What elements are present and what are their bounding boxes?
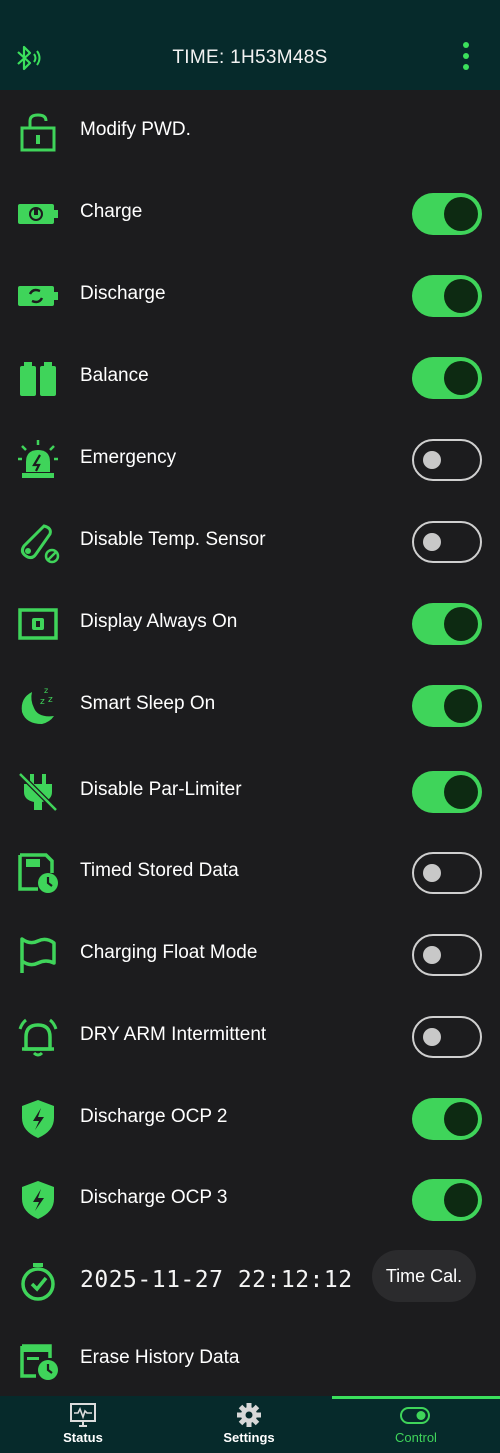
battery-charge-icon: [18, 204, 58, 224]
shield-bolt-icon: [22, 1181, 54, 1219]
balance-row: Balance: [0, 336, 500, 416]
charging-float-mode-toggle[interactable]: [412, 934, 482, 976]
active-tab-indicator: [332, 1396, 500, 1399]
dry-arm-intermittent-row: DRY ARM Intermittent: [0, 995, 500, 1075]
emergency-toggle[interactable]: [412, 439, 482, 481]
top-app-bar: TIME: 1H53M48S: [0, 0, 500, 90]
device-time-row: 2025-11-27 22:12:12 Time Cal.: [0, 1240, 500, 1320]
calendar-clock-icon: [20, 1344, 58, 1380]
balance-label: Balance: [80, 365, 149, 386]
dry-arm-intermittent-toggle[interactable]: [412, 1016, 482, 1058]
timed-stored-data-label: Timed Stored Data: [80, 860, 239, 881]
erase-history-row[interactable]: Erase History Data: [0, 1318, 500, 1398]
disable-par-limiter-row: Disable Par-Limiter: [0, 750, 500, 830]
disable-temp-sensor-toggle[interactable]: [412, 521, 482, 563]
battery-cycle-icon: [18, 286, 58, 306]
device-datetime: 2025-11-27 22:12:12: [80, 1267, 353, 1293]
bottom-navigation: Status Settings Control: [0, 1396, 500, 1453]
modify-password-label: Modify PWD.: [80, 119, 191, 140]
siren-icon: [18, 440, 58, 478]
discharge-label: Discharge: [80, 283, 166, 304]
bell-icon: [18, 1018, 58, 1057]
tab-settings-label: Settings: [223, 1430, 275, 1445]
discharge-ocp2-row: Discharge OCP 2: [0, 1077, 500, 1157]
discharge-ocp3-label: Discharge OCP 3: [80, 1187, 228, 1208]
discharge-ocp3-toggle[interactable]: [412, 1179, 482, 1221]
toggle-icon: [400, 1407, 430, 1424]
gear-icon: [237, 1403, 261, 1427]
plug-off-icon: [18, 772, 58, 812]
disable-par-limiter-label: Disable Par-Limiter: [80, 779, 242, 800]
tab-control[interactable]: Control: [332, 1396, 500, 1453]
lock-icon: [20, 113, 56, 152]
more-vert-icon[interactable]: [456, 42, 476, 78]
smart-sleep-toggle[interactable]: [412, 685, 482, 727]
svg-text:z: z: [40, 697, 45, 707]
display-always-on-label: Display Always On: [80, 611, 238, 632]
discharge-ocp2-toggle[interactable]: [412, 1098, 482, 1140]
discharge-toggle[interactable]: [412, 275, 482, 317]
display-icon: [18, 608, 58, 640]
timed-stored-data-toggle[interactable]: [412, 852, 482, 894]
dry-arm-intermittent-label: DRY ARM Intermittent: [80, 1024, 267, 1045]
timer-icon: [21, 1263, 55, 1301]
svg-text:z: z: [44, 686, 48, 695]
flag-icon: [20, 937, 56, 973]
charging-float-mode-row: Charging Float Mode: [0, 913, 500, 993]
svg-text:z: z: [48, 695, 53, 705]
shield-bolt-icon: [22, 1100, 54, 1138]
battery-balance-icon: [20, 362, 56, 396]
timed-stored-data-row: Timed Stored Data: [0, 831, 500, 911]
disable-temp-sensor-row: Disable Temp. Sensor: [0, 500, 500, 580]
emergency-label: Emergency: [80, 447, 177, 468]
modify-password-row[interactable]: Modify PWD.: [0, 90, 500, 170]
balance-toggle[interactable]: [412, 357, 482, 399]
connection-time-title: TIME: 1H53M48S: [172, 47, 328, 68]
smart-sleep-row: z z z Smart Sleep On: [0, 664, 500, 744]
monitor-icon: [70, 1403, 96, 1427]
display-always-on-toggle[interactable]: [412, 603, 482, 645]
emergency-row: Emergency: [0, 418, 500, 498]
charge-toggle[interactable]: [412, 193, 482, 235]
discharge-ocp3-row: Discharge OCP 3: [0, 1158, 500, 1238]
tab-settings[interactable]: Settings: [166, 1396, 332, 1453]
tab-control-label: Control: [395, 1430, 437, 1445]
disable-temp-sensor-label: Disable Temp. Sensor: [80, 529, 266, 550]
charge-label: Charge: [80, 201, 143, 222]
charging-float-mode-label: Charging Float Mode: [80, 942, 258, 963]
tab-status[interactable]: Status: [0, 1396, 166, 1453]
smart-sleep-label: Smart Sleep On: [80, 693, 216, 714]
discharge-row: Discharge: [0, 254, 500, 334]
charge-row: Charge: [0, 172, 500, 252]
display-always-on-row: Display Always On: [0, 582, 500, 662]
time-cal-button[interactable]: Time Cal.: [372, 1250, 476, 1302]
disable-par-limiter-toggle[interactable]: [412, 771, 482, 813]
erase-history-label: Erase History Data: [80, 1347, 240, 1368]
temp-sensor-off-icon: [20, 524, 60, 564]
discharge-ocp2-label: Discharge OCP 2: [80, 1106, 228, 1127]
tab-status-label: Status: [63, 1430, 103, 1445]
save-clock-icon: [18, 853, 58, 893]
moon-sleep-icon: z z z: [21, 686, 54, 724]
